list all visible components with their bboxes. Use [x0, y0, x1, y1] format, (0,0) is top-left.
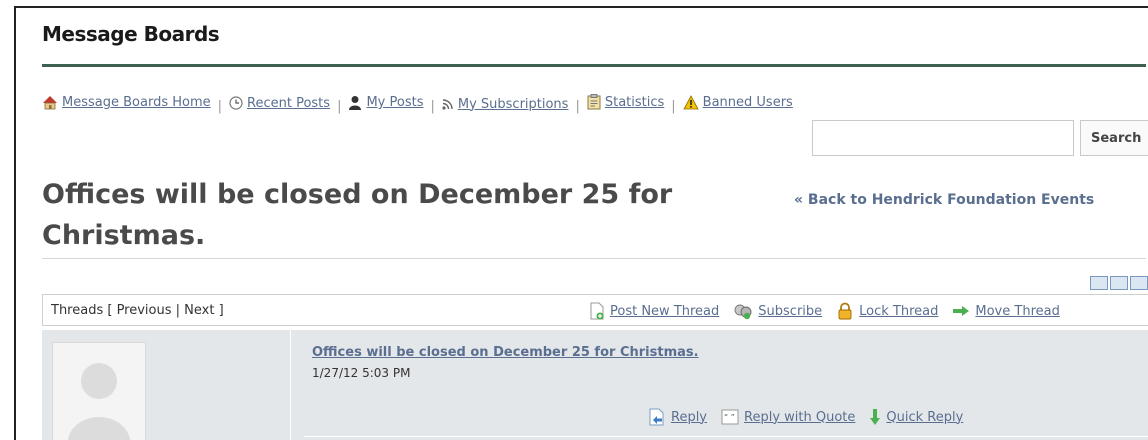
thread-toolbar: Threads [ Previous | Next ] Post New Thr…: [42, 294, 1148, 326]
post-author-column: [42, 330, 291, 440]
user-icon: [349, 96, 362, 110]
nav-separator: |: [575, 99, 580, 114]
portlet-title: Message Boards: [42, 22, 220, 46]
nav-item-home[interactable]: Message Boards Home: [42, 95, 211, 110]
nav-item-my-subscriptions[interactable]: My Subscriptions: [442, 97, 569, 112]
arrow-down-icon: [870, 409, 881, 425]
search-input[interactable]: [812, 120, 1074, 156]
thread-title: Offices will be closed on December 25 fo…: [42, 179, 673, 251]
svg-text:“ ”: “ ”: [724, 413, 735, 422]
new-document-icon: [590, 302, 604, 320]
nav-link-my-posts[interactable]: My Posts: [366, 95, 423, 110]
nav-link-recent-posts[interactable]: Recent Posts: [247, 96, 330, 111]
nav-link-home[interactable]: Message Boards Home: [62, 95, 211, 110]
message-post: Offices will be closed on December 25 fo…: [42, 330, 1148, 440]
default-user-icon: [67, 363, 131, 440]
reply-icon: [649, 408, 664, 426]
subscribe-icon: [734, 304, 752, 319]
arrow-right-icon: [953, 306, 970, 316]
avatar[interactable]: [52, 342, 146, 440]
view-mode-switcher: [1090, 276, 1148, 290]
thread-title-divider: [42, 258, 1146, 259]
rss-icon: [442, 99, 453, 110]
thread-navigation[interactable]: Threads [ Previous | Next ]: [51, 303, 224, 318]
post-actions: Reply “ ” Reply with Quote Quick Reply: [648, 408, 963, 426]
post-date: 1/27/12 5:03 PM: [312, 366, 411, 380]
subscribe-link[interactable]: Subscribe: [758, 304, 822, 319]
nav-item-my-posts[interactable]: My Posts: [348, 95, 423, 110]
reply-link[interactable]: Reply: [671, 410, 707, 425]
subscribe-action[interactable]: Subscribe: [733, 303, 822, 320]
nav-item-recent-posts[interactable]: Recent Posts: [229, 96, 330, 111]
message-boards-nav: Message Boards Home | Recent Posts | My …: [42, 94, 793, 114]
quote-icon: “ ”: [721, 409, 739, 425]
clipboard-icon: [587, 94, 601, 110]
post-divider: [304, 436, 1148, 437]
post-subject-link[interactable]: Offices will be closed on December 25 fo…: [312, 345, 699, 360]
post-new-thread-link[interactable]: Post New Thread: [610, 304, 719, 319]
nav-link-statistics[interactable]: Statistics: [605, 95, 664, 110]
nav-link-banned-users[interactable]: Banned Users: [703, 95, 793, 110]
quick-reply-action[interactable]: Quick Reply: [869, 408, 963, 426]
nav-separator: |: [671, 99, 676, 114]
nav-item-banned-users[interactable]: Banned Users: [683, 95, 793, 110]
view-flat-icon[interactable]: [1110, 276, 1128, 290]
home-icon: [43, 96, 57, 110]
lock-icon: [838, 302, 852, 320]
reply-with-quote-link[interactable]: Reply with Quote: [744, 410, 855, 425]
search-button[interactable]: Search: [1080, 120, 1148, 156]
lock-thread-action[interactable]: Lock Thread: [836, 302, 938, 320]
view-combination-icon[interactable]: [1090, 276, 1108, 290]
reply-with-quote-action[interactable]: “ ” Reply with Quote: [721, 409, 855, 425]
nav-separator: |: [217, 99, 223, 114]
nav-separator: |: [430, 99, 435, 114]
back-link[interactable]: « Back to Hendrick Foundation Events: [794, 192, 1094, 208]
nav-separator: |: [337, 99, 342, 114]
lock-thread-link[interactable]: Lock Thread: [859, 304, 938, 319]
nav-item-statistics[interactable]: Statistics: [587, 94, 664, 110]
move-thread-action[interactable]: Move Thread: [952, 304, 1060, 319]
move-thread-link[interactable]: Move Thread: [975, 304, 1059, 319]
quick-reply-link[interactable]: Quick Reply: [886, 410, 963, 425]
warning-icon: [683, 95, 699, 110]
nav-link-my-subscriptions[interactable]: My Subscriptions: [458, 97, 569, 112]
clock-icon: [229, 96, 243, 110]
reply-action[interactable]: Reply: [648, 408, 707, 426]
post-new-thread-action[interactable]: Post New Thread: [589, 302, 719, 320]
thread-actions: Post New Thread Subscribe Lock Thread Mo…: [589, 302, 1060, 320]
view-tree-icon[interactable]: [1130, 276, 1148, 290]
title-divider: [42, 64, 1146, 67]
message-boards-portlet: Message Boards Message Boards Home | Rec…: [14, 6, 1148, 440]
